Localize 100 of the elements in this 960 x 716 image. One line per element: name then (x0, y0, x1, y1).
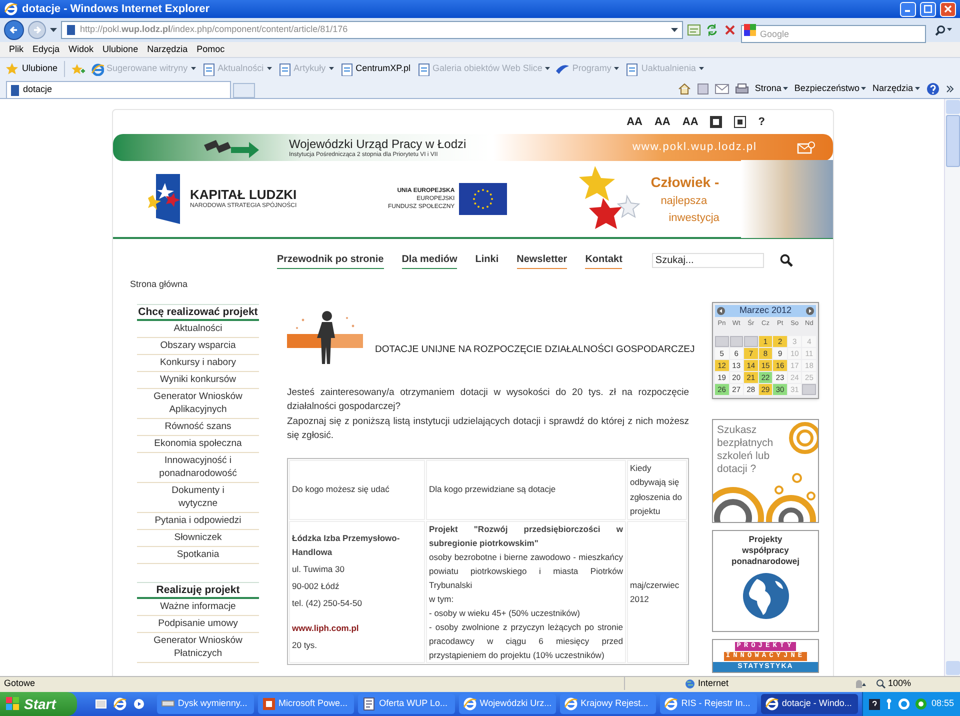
maximize-button[interactable] (920, 2, 936, 16)
sidebar-item[interactable]: Ważne informacje (137, 598, 259, 616)
nav-link[interactable]: Newsletter (516, 252, 568, 268)
feed-icon[interactable] (696, 83, 709, 95)
sidebar-item[interactable]: Generator Wniosków Płatniczych (137, 632, 259, 662)
maximize-icon (924, 5, 932, 13)
banner-title: Wojewódzki Urząd Pracy w Łodzi (289, 136, 466, 150)
sidebar-item[interactable]: Ekonomia społeczna (137, 436, 259, 452)
sidebar-item[interactable]: Słowniczek (137, 530, 259, 546)
menu-item[interactable]: Edycja (32, 42, 60, 56)
printer-icon[interactable] (734, 83, 749, 95)
favorites-item[interactable]: CentrumXP.pl (340, 62, 410, 76)
website-link[interactable]: www.liph.com.pl (292, 621, 422, 635)
section-heading: Chcę realizować projekt (137, 304, 259, 320)
menu-item[interactable]: Widok (68, 42, 94, 56)
command-menu[interactable]: Narzędzia (872, 82, 920, 96)
flag-logo-icon (148, 174, 182, 224)
taskbar-button[interactable]: Microsoft Powe... (258, 694, 354, 714)
caret-icon (698, 67, 704, 71)
favorites-item[interactable]: Ulubione (6, 62, 58, 76)
home-icon[interactable] (678, 83, 691, 95)
text-size-button[interactable]: AA (682, 114, 698, 130)
nav-link[interactable]: Kontakt (585, 252, 622, 268)
sidebar-item[interactable]: Aktualności (137, 320, 259, 338)
page-icon (66, 24, 76, 36)
start-button[interactable]: Start (0, 692, 77, 716)
refresh-icon[interactable] (705, 23, 719, 37)
status-icon[interactable] (914, 698, 926, 710)
contrast-icon[interactable] (710, 116, 722, 128)
sidebar-item[interactable]: Innowacyjność i ponadnarodowość (137, 452, 259, 482)
media-player-icon[interactable] (132, 698, 145, 710)
promo-banner[interactable]: Projekty współpracy ponadnarodowej (712, 530, 819, 632)
compatibility-icon[interactable] (687, 23, 701, 37)
taskbar-button[interactable]: RIS - Rejestr In... (660, 694, 757, 714)
stop-icon[interactable] (723, 23, 737, 37)
taskbar-button[interactable]: Wojewódzki Urz... (458, 694, 556, 714)
paragraph: Zapoznaj się z poniższą listą instytucji udzielających dotacji i sprawdź do której z nich możesz się zgłosić. (287, 414, 689, 443)
vertical-scrollbar[interactable] (944, 99, 960, 676)
presentation-icon (262, 697, 276, 711)
zoom-button[interactable]: 100% (876, 676, 912, 690)
taskbar-button[interactable]: Oferta WUP Lo... (358, 694, 455, 714)
search-field[interactable]: Google (741, 25, 926, 43)
browser-icon (90, 62, 104, 76)
taskbar-button[interactable]: Krajowy Rejest... (560, 694, 656, 714)
help-icon[interactable] (868, 698, 880, 710)
promo-banner[interactable]: Szukasz bezpłatnych szkoleń lub dotacji ? (712, 418, 819, 522)
browser-tab[interactable]: dotacje (6, 81, 231, 98)
text-size-button[interactable]: ? (758, 114, 765, 130)
sidebar-item[interactable]: Pytania i odpowiedzi (137, 512, 259, 530)
nav-link[interactable]: Dla mediów (402, 252, 458, 268)
add-favorite-icon[interactable] (70, 62, 85, 76)
command-menu[interactable]: Strona (754, 82, 788, 96)
volume-icon[interactable] (898, 698, 910, 710)
chevron-icon[interactable] (946, 85, 954, 93)
menu-item[interactable]: Ulubione (102, 42, 138, 56)
taskbar-button[interactable]: dotacje - Windo... (760, 694, 858, 714)
sidebar-item[interactable]: Generator Wniosków Aplikacyjnych (137, 388, 259, 418)
previous-month-icon[interactable] (717, 306, 725, 314)
menu-item[interactable]: Pomoc (196, 42, 225, 56)
nav-link[interactable]: Przewodnik po stronie (277, 252, 384, 268)
command-menu[interactable]: Bezpieczeństwo (794, 82, 866, 96)
sidebar-item[interactable]: Obszary wsparcia (137, 338, 259, 354)
page-icon (625, 62, 638, 76)
help-icon[interactable] (926, 82, 940, 96)
column-header: Kiedy odbywają się zgłoszenia do projektu (627, 460, 687, 520)
sidebar-item[interactable]: Równość szans (137, 418, 259, 436)
caret-icon[interactable] (671, 28, 678, 32)
nav-link[interactable]: Linki (475, 252, 499, 268)
mail-icon[interactable] (714, 84, 729, 94)
sidebar-item[interactable]: Podpisanie umowy (137, 616, 259, 632)
caret-icon (614, 67, 620, 71)
sidebar-item[interactable]: Dokumenty i wytyczne (137, 482, 259, 512)
mail-icon (797, 140, 815, 154)
status-text: Gotowe (4, 676, 36, 690)
network-icon[interactable] (884, 698, 892, 710)
menu-item[interactable]: Narzędzia (147, 42, 188, 56)
caret-icon (915, 87, 920, 91)
search-icon[interactable] (780, 254, 794, 266)
paragraph: Jesteś zainteresowany/a otrzymaniem dotacji w wysokości do 20 tys. zł na rozpoczęcie działalności gospodarczej? (287, 386, 689, 414)
back-button[interactable] (4, 20, 24, 40)
menu-item[interactable]: Plik (9, 42, 24, 56)
text-size-button[interactable]: AA (654, 114, 670, 130)
sidebar-item[interactable]: Wyniki konkursów (137, 372, 259, 388)
sidebar-item[interactable]: Konkursy i nabory (137, 354, 259, 372)
sidebar-item[interactable]: Spotkania (137, 546, 259, 564)
protected-mode-icon[interactable] (854, 678, 868, 688)
next-month-icon[interactable] (806, 306, 814, 314)
close-button[interactable] (940, 2, 956, 16)
cell-text: w tym: (429, 592, 455, 606)
window-title: dotacje - Windows Internet Explorer (22, 2, 211, 17)
breadcrumb-link[interactable]: Strona główna (130, 278, 188, 292)
page-icon (416, 62, 430, 76)
taskbar-button[interactable]: Dysk wymienny... (156, 694, 254, 714)
caret-icon[interactable] (50, 28, 57, 32)
minimize-button[interactable] (900, 2, 916, 16)
browser-icon[interactable] (112, 697, 127, 711)
text-size-button[interactable]: AA (626, 114, 642, 130)
contrast-icon[interactable] (734, 116, 746, 128)
desktop-icon[interactable] (94, 698, 107, 710)
address-field[interactable]: http://pokl.wup.lodz.pl/index.php/component/content/article/81/176 (61, 21, 683, 39)
